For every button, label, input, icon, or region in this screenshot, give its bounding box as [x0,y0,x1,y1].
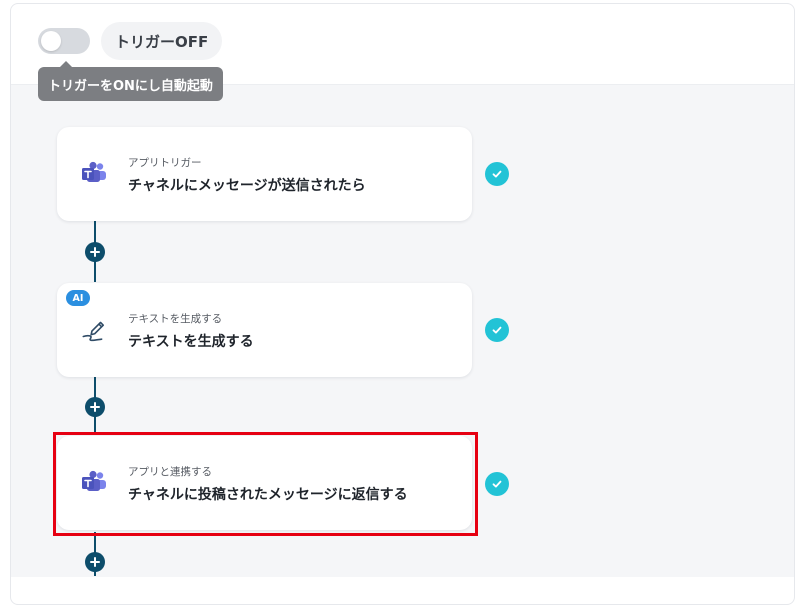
pen-scribble-icon [82,321,105,342]
add-step-button[interactable] [85,397,105,417]
trigger-tooltip: トリガーをONにし自動起動 [38,67,223,101]
plus-icon [90,402,100,412]
microsoft-teams-icon [82,161,106,182]
step-title: テキストを生成する [128,334,254,350]
step-title: チャネルに投稿されたメッセージに返信する [128,487,408,503]
flow-step-trigger[interactable]: アプリトリガー チャネルにメッセージが送信されたら [57,127,472,221]
trigger-status-label: トリガーOFF [115,32,209,51]
microsoft-teams-icon [82,470,106,491]
add-step-button[interactable] [85,552,105,572]
step-complete-check-icon [485,318,509,342]
plus-icon [90,557,100,567]
flow-step-reply-message[interactable]: アプリと連携する チャネルに投稿されたメッセージに返信する [57,436,472,530]
trigger-status-badge: トリガーOFF [101,22,223,60]
tooltip-text: トリガーをONにし自動起動 [48,78,213,94]
step-type-label: テキストを生成する [128,313,223,325]
step-type-label: アプリと連携する [128,466,212,478]
plus-icon [90,247,100,257]
ai-badge-label: AI [72,292,84,304]
trigger-toggle[interactable] [38,28,90,54]
toggle-knob [41,31,61,51]
flow-step-generate-text[interactable]: テキストを生成する テキストを生成する [57,283,472,377]
step-title: チャネルにメッセージが送信されたら [128,178,366,194]
step-complete-check-icon [485,162,509,186]
step-complete-check-icon [485,472,509,496]
ai-badge: AI [66,290,90,306]
add-step-button[interactable] [85,242,105,262]
step-type-label: アプリトリガー [128,157,202,169]
